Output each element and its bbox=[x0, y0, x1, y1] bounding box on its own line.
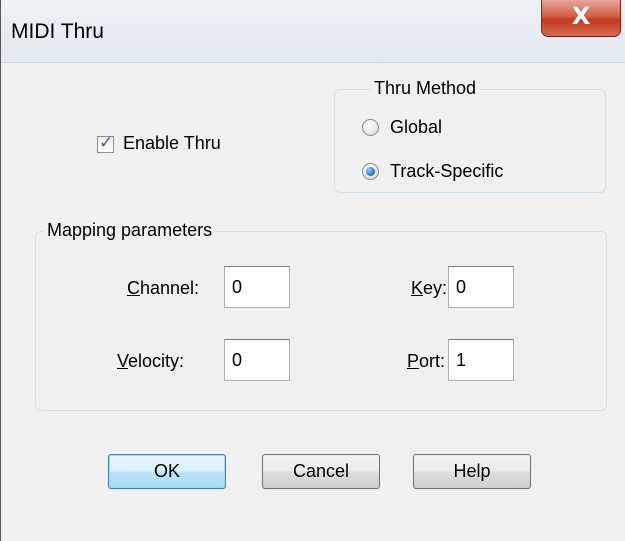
key-label-text: ey: bbox=[423, 278, 448, 298]
window-title: MIDI Thru bbox=[11, 20, 104, 43]
port-label-text: ort: bbox=[419, 351, 446, 371]
mapping-parameters-group-label: Mapping parameters bbox=[43, 220, 217, 241]
enable-thru-label[interactable]: Enable Thru bbox=[123, 133, 221, 154]
track-specific-radio-label[interactable]: Track-Specific bbox=[390, 161, 503, 182]
channel-input[interactable]: 0 bbox=[224, 266, 290, 308]
key-mnemonic: K bbox=[411, 278, 424, 298]
velocity-label: Velocity: bbox=[117, 351, 184, 372]
key-input[interactable]: 0 bbox=[448, 266, 514, 308]
channel-label-text: hannel: bbox=[140, 278, 200, 298]
port-label: Port: bbox=[407, 351, 445, 372]
dialog-body: ✓ Enable Thru Thru Method Global Track-S… bbox=[1, 63, 625, 541]
close-icon: X bbox=[571, 2, 591, 30]
close-button[interactable]: X bbox=[541, 0, 621, 37]
help-button[interactable]: Help bbox=[413, 454, 531, 489]
channel-label: Channel: bbox=[127, 278, 199, 299]
global-radio[interactable] bbox=[362, 119, 379, 136]
port-input[interactable]: 1 bbox=[448, 339, 514, 381]
title-bar[interactable]: MIDI Thru X bbox=[1, 0, 625, 63]
velocity-input[interactable]: 0 bbox=[224, 339, 290, 381]
mapping-parameters-group bbox=[35, 231, 607, 411]
ok-button[interactable]: OK bbox=[108, 454, 226, 489]
velocity-label-text: elocity: bbox=[128, 351, 185, 371]
midi-thru-dialog: MIDI Thru X ✓ Enable Thru Thru Method Gl… bbox=[0, 0, 625, 541]
thru-method-group-label: Thru Method bbox=[370, 78, 481, 99]
track-specific-radio[interactable] bbox=[362, 163, 379, 180]
radio-selected-dot-icon bbox=[366, 167, 375, 176]
checkmark-icon: ✓ bbox=[99, 133, 114, 153]
key-label: Key: bbox=[411, 278, 447, 299]
global-radio-label[interactable]: Global bbox=[390, 117, 442, 138]
enable-thru-checkbox[interactable]: ✓ bbox=[97, 133, 114, 153]
channel-mnemonic: C bbox=[127, 278, 140, 298]
velocity-mnemonic: V bbox=[117, 351, 129, 371]
port-mnemonic: P bbox=[407, 351, 420, 371]
cancel-button[interactable]: Cancel bbox=[262, 454, 380, 489]
